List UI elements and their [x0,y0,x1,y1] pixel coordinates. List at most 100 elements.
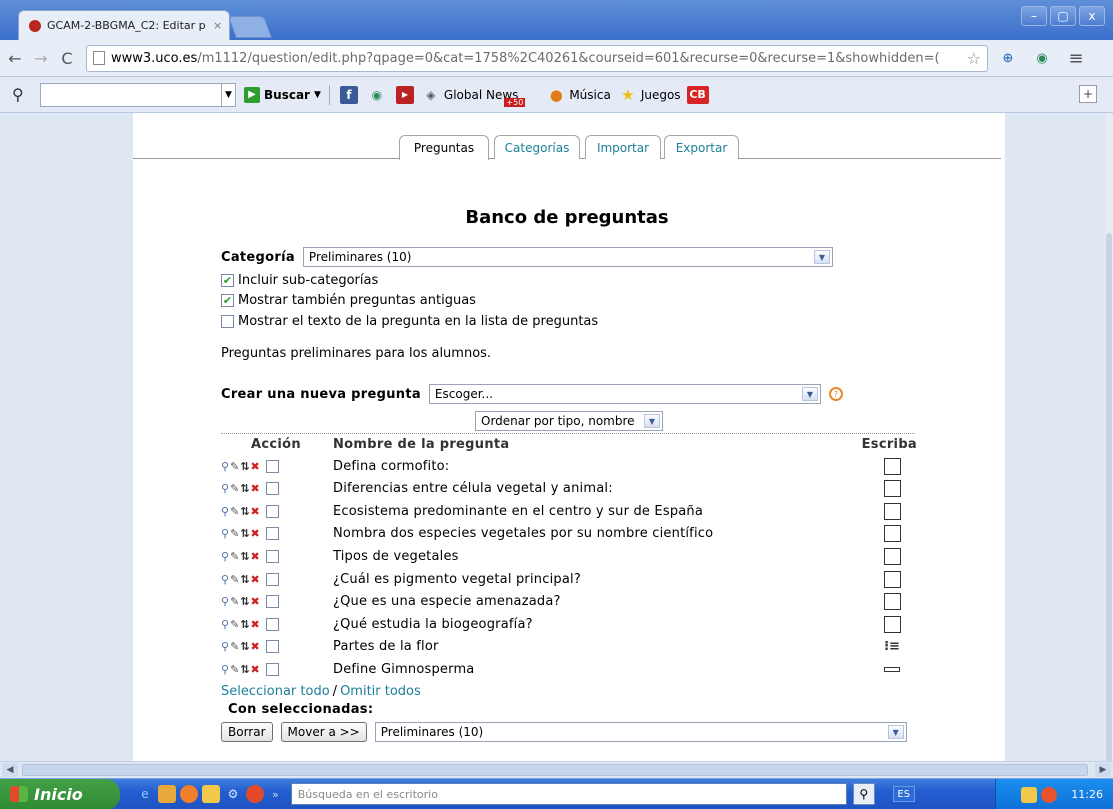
subcategories-checkbox[interactable]: ✔ [221,274,234,287]
type-column-header[interactable]: Escriba [862,437,917,452]
minimize-button[interactable]: – [1021,6,1047,26]
edit-pencil-icon[interactable]: ✎ [230,550,239,563]
tab-importar[interactable]: Importar [585,135,661,159]
bookmark-star-icon[interactable]: ☆ [960,48,987,68]
delete-cross-icon[interactable]: ✖ [251,618,260,631]
move-arrows-icon[interactable]: ⇅ [240,550,249,563]
settings-icon[interactable]: ⚙ [224,785,242,803]
edit-pencil-icon[interactable]: ✎ [230,618,239,631]
sort-select[interactable]: Ordenar por tipo, nombre ▼ [475,411,663,431]
toolbar-app-icon[interactable]: ◉ [368,86,386,104]
delete-button[interactable]: Borrar [221,722,273,742]
edit-pencil-icon[interactable]: ✎ [230,595,239,608]
preview-icon[interactable]: ⚲ [221,527,229,540]
language-indicator[interactable]: ES [892,786,915,802]
option-old-questions[interactable]: ✔ Mostrar también preguntas antiguas [221,293,476,308]
extension-icon[interactable]: ⊕ [994,48,1022,68]
chrome-icon[interactable] [246,785,264,803]
facebook-icon[interactable]: f [339,85,358,104]
toolbar-search-input[interactable] [40,82,222,107]
forward-arrow-icon[interactable]: → [30,49,52,68]
preview-icon[interactable]: ⚲ [221,640,229,653]
preview-icon[interactable]: ⚲ [221,573,229,586]
row-select-checkbox[interactable] [265,595,279,609]
move-arrows-icon[interactable]: ⇅ [240,482,249,495]
move-button[interactable]: Mover a >> [280,722,367,742]
edit-pencil-icon[interactable]: ✎ [230,663,239,676]
show-text-checkbox[interactable] [221,315,234,328]
delete-cross-icon[interactable]: ✖ [251,505,260,518]
move-arrows-icon[interactable]: ⇅ [240,505,249,518]
horizontal-scroll-thumb[interactable] [22,764,1088,776]
explorer-icon[interactable] [202,785,220,803]
global-news-link[interactable]: ◈ Global News +50 [422,86,539,107]
row-select-checkbox[interactable] [265,662,279,676]
scroll-right-icon[interactable]: ▶ [1095,763,1111,777]
tab-exportar[interactable]: Exportar [664,135,739,159]
edit-pencil-icon[interactable]: ✎ [230,482,239,495]
tray-app-icon[interactable] [1021,786,1038,803]
edit-pencil-icon[interactable]: ✎ [230,573,239,586]
desktop-search-input[interactable]: Búsqueda en el escritorio [290,783,847,805]
musica-link[interactable]: ● Música [547,86,611,104]
row-select-checkbox[interactable] [265,459,279,473]
horizontal-scrollbar[interactable]: ◀ ▶ [0,761,1113,778]
old-questions-checkbox[interactable]: ✔ [221,294,234,307]
buscar-button[interactable]: ▶ Buscar ▼ [244,86,321,103]
row-select-checkbox[interactable] [265,527,279,541]
move-arrows-icon[interactable]: ⇅ [240,595,249,608]
extension-green-icon[interactable]: ◉ [1028,48,1056,68]
move-arrows-icon[interactable]: ⇅ [240,618,249,631]
chevron-right-icon[interactable]: » [272,788,279,801]
media-icon[interactable] [180,785,198,803]
reload-icon[interactable]: C [56,49,78,68]
row-select-checkbox[interactable] [265,572,279,586]
option-show-text[interactable]: Mostrar el texto de la pregunta en la li… [221,314,598,329]
preview-icon[interactable]: ⚲ [221,618,229,631]
preview-icon[interactable]: ⚲ [221,550,229,563]
delete-cross-icon[interactable]: ✖ [251,460,260,473]
edit-pencil-icon[interactable]: ✎ [230,527,239,540]
move-arrows-icon[interactable]: ⇅ [240,640,249,653]
select-all-link[interactable]: Seleccionar todo [221,684,330,699]
delete-cross-icon[interactable]: ✖ [251,573,260,586]
preview-icon[interactable]: ⚲ [221,595,229,608]
folder-icon[interactable] [158,785,176,803]
ie-icon[interactable]: e [136,785,154,803]
plus-icon[interactable]: + [1079,85,1097,103]
preview-icon[interactable]: ⚲ [221,460,229,473]
move-arrows-icon[interactable]: ⇅ [240,527,249,540]
move-arrows-icon[interactable]: ⇅ [240,460,249,473]
search-icon[interactable]: ⚲ [852,783,875,805]
scroll-left-icon[interactable]: ◀ [2,763,18,777]
edit-pencil-icon[interactable]: ✎ [230,640,239,653]
delete-cross-icon[interactable]: ✖ [251,663,260,676]
chevron-down-icon[interactable]: ▼ [222,82,236,107]
move-target-select[interactable]: Preliminares (10) ▼ [374,722,907,742]
option-subcategories[interactable]: ✔ Incluir sub-categorías [221,273,378,288]
tab-preguntas[interactable]: Preguntas [399,135,489,160]
row-select-checkbox[interactable] [265,640,279,654]
search-magnifier-icon[interactable]: ⚲ [12,85,40,104]
new-tab-button[interactable] [227,16,273,38]
create-question-select[interactable]: Escoger... ▼ [428,384,821,404]
move-arrows-icon[interactable]: ⇅ [240,663,249,676]
scrollbar-thumb[interactable] [1106,233,1112,761]
deselect-all-link[interactable]: Omitir todos [340,684,421,699]
name-column-header[interactable]: Nombre de la pregunta [333,437,509,452]
address-bar[interactable]: www3.uco.es/m1112/question/edit.php?qpag… [86,44,988,72]
delete-cross-icon[interactable]: ✖ [251,595,260,608]
delete-cross-icon[interactable]: ✖ [251,527,260,540]
vertical-scrollbar[interactable] [1105,113,1113,761]
row-select-checkbox[interactable] [265,549,279,563]
preview-icon[interactable]: ⚲ [221,663,229,676]
row-select-checkbox[interactable] [265,617,279,631]
maximize-button[interactable]: ▢ [1050,6,1076,26]
tab-close-icon[interactable]: × [213,19,229,32]
juegos-link[interactable]: ★ Juegos [619,86,680,104]
back-arrow-icon[interactable]: ← [4,49,26,68]
cb-icon[interactable]: CB [686,85,709,104]
row-select-checkbox[interactable] [265,482,279,496]
tab-categorias[interactable]: Categorías [494,135,580,159]
menu-icon[interactable]: ≡ [1062,48,1090,69]
